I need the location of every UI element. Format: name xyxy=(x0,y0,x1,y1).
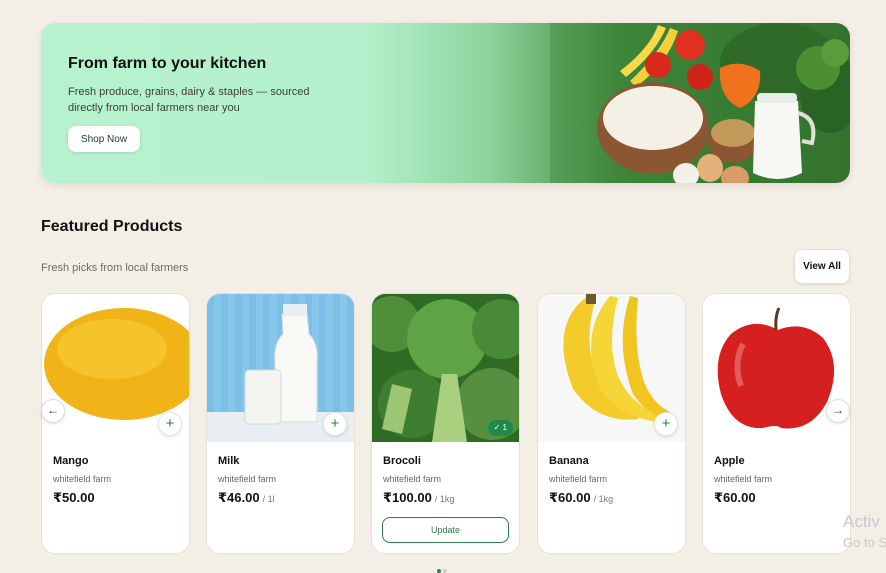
product-price: ₹46.00/ 1l xyxy=(218,490,275,505)
arrow-right-icon: → xyxy=(832,403,844,417)
product-farm: whitefield farm xyxy=(53,474,112,484)
plus-icon: + xyxy=(661,415,671,432)
product-card-apple[interactable]: Apple whitefield farm ₹60.00 xyxy=(702,293,851,554)
shop-now-button[interactable]: Shop Now xyxy=(68,126,140,152)
product-farm: whitefield farm xyxy=(714,474,773,484)
carousel-pagination-dots xyxy=(437,569,447,573)
product-name: Milk xyxy=(218,455,240,467)
product-card-brocoli[interactable]: ✓ 1 Brocoli whitefield farm ₹100.00/ 1kg… xyxy=(371,293,520,554)
product-card-mango[interactable]: + Mango whitefield farm ₹50.00 xyxy=(41,293,190,554)
product-farm: whitefield farm xyxy=(218,474,277,484)
plus-icon: + xyxy=(330,415,340,432)
update-cart-button[interactable]: Update xyxy=(382,517,509,543)
product-unit: / 1l xyxy=(262,494,275,504)
apple-image xyxy=(703,294,850,442)
hero-produce-image xyxy=(550,23,850,183)
add-to-cart-button[interactable]: + xyxy=(654,412,678,436)
hero-banner: From farm to your kitchen Fresh produce,… xyxy=(41,23,850,183)
in-cart-quantity-badge: ✓ 1 xyxy=(487,420,513,436)
product-name: Mango xyxy=(53,455,89,467)
hero-title: From farm to your kitchen xyxy=(68,55,267,72)
product-unit: / 1kg xyxy=(434,494,455,504)
product-name: Apple xyxy=(714,455,745,467)
arrow-left-icon: ← xyxy=(47,403,59,417)
add-to-cart-button[interactable]: + xyxy=(158,412,182,436)
product-price: ₹50.00 xyxy=(53,490,95,505)
product-farm: whitefield farm xyxy=(549,474,608,484)
featured-products-title: Featured Products xyxy=(41,218,183,235)
hero-subtitle: Fresh produce, grains, dairy & staples —… xyxy=(68,86,310,114)
carousel-prev-button[interactable]: ← xyxy=(41,399,65,423)
add-to-cart-button[interactable]: + xyxy=(323,412,347,436)
product-farm: whitefield farm xyxy=(383,474,442,484)
product-unit: / 1kg xyxy=(593,494,614,504)
product-price: ₹100.00/ 1kg xyxy=(383,490,455,505)
carousel-next-button[interactable]: → xyxy=(826,399,850,423)
view-all-button[interactable]: View All xyxy=(794,249,850,284)
product-name: Brocoli xyxy=(383,455,421,467)
plus-icon: + xyxy=(165,415,175,432)
featured-products-subtitle: Fresh picks from local farmers xyxy=(41,262,189,274)
product-card-milk[interactable]: + Milk whitefield farm ₹46.00/ 1l xyxy=(206,293,355,554)
product-card-banana[interactable]: + Banana whitefield farm ₹60.00/ 1kg xyxy=(537,293,686,554)
windows-activation-watermark: Activ Go to S xyxy=(843,512,886,550)
product-name: Banana xyxy=(549,455,589,467)
product-price: ₹60.00 xyxy=(714,490,756,505)
product-price: ₹60.00/ 1kg xyxy=(549,490,614,505)
